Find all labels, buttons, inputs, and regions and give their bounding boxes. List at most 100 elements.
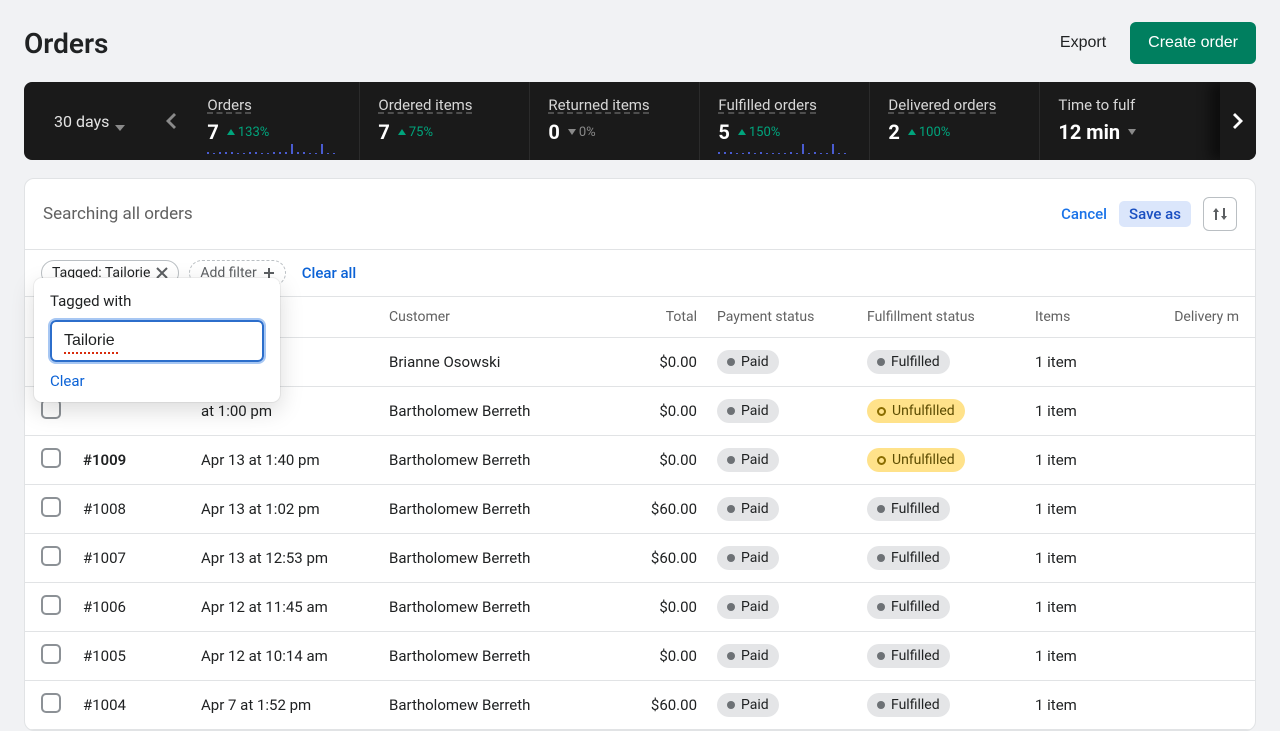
tag-filter-input[interactable] <box>50 320 264 362</box>
stat-value: 5 <box>718 120 729 144</box>
dot-icon <box>877 505 885 513</box>
order-date: Apr 13 at 12:53 pm <box>201 549 389 567</box>
clear-all-button[interactable]: Clear all <box>302 264 357 282</box>
order-items: 1 item <box>1035 647 1145 665</box>
order-id: #1007 <box>83 549 201 567</box>
stat-block[interactable]: Time to fulf 12 min <box>1039 82 1209 160</box>
table-row[interactable]: #1008 Apr 13 at 1:02 pm Bartholomew Berr… <box>25 485 1255 534</box>
table-row[interactable]: #1006 Apr 12 at 11:45 am Bartholomew Ber… <box>25 583 1255 632</box>
col-items: Items <box>1035 309 1145 325</box>
sort-button[interactable] <box>1203 197 1237 231</box>
stat-block[interactable]: Orders 7133% <box>189 82 359 160</box>
stat-label: Ordered items <box>378 96 511 114</box>
fulfillment-badge: Fulfilled <box>867 644 950 668</box>
table-row[interactable]: #1004 Apr 7 at 1:52 pm Bartholomew Berre… <box>25 681 1255 730</box>
dot-icon <box>727 456 735 464</box>
order-total: $60.00 <box>607 500 717 518</box>
stats-prev-button[interactable] <box>153 82 189 160</box>
fulfillment-badge: Unfulfilled <box>867 448 965 472</box>
dot-icon <box>727 505 735 513</box>
payment-badge: Paid <box>717 693 779 717</box>
cancel-button[interactable]: Cancel <box>1061 205 1107 223</box>
fulfillment-badge: Fulfilled <box>867 497 950 521</box>
stat-label: Returned items <box>548 96 681 114</box>
fulfillment-badge: Unfulfilled <box>867 399 965 423</box>
order-date: Apr 13 at 1:40 pm <box>201 451 389 469</box>
fulfillment-badge: Fulfilled <box>867 693 950 717</box>
page-title: Orders <box>24 27 108 60</box>
customer-name: Bartholomew Berreth <box>389 696 607 714</box>
stat-value: 7 <box>378 120 389 144</box>
period-label: 30 days <box>54 112 109 131</box>
order-items: 1 item <box>1035 549 1145 567</box>
save-as-button[interactable]: Save as <box>1119 201 1191 227</box>
row-checkbox[interactable] <box>41 448 61 468</box>
payment-badge: Paid <box>717 497 779 521</box>
trend-up-icon: 75% <box>398 125 433 140</box>
row-checkbox[interactable] <box>41 693 61 713</box>
caret-down-icon <box>115 116 125 126</box>
order-id: #1009 <box>83 451 201 469</box>
order-total: $0.00 <box>607 647 717 665</box>
row-checkbox[interactable] <box>41 644 61 664</box>
stat-block[interactable]: Returned items 00% <box>529 82 699 160</box>
order-date: Apr 12 at 10:14 am <box>201 647 389 665</box>
order-items: 1 item <box>1035 598 1145 616</box>
order-date: Apr 13 at 1:02 pm <box>201 500 389 518</box>
order-date: at 1:00 pm <box>201 402 389 420</box>
row-checkbox[interactable] <box>41 595 61 615</box>
order-total: $0.00 <box>607 451 717 469</box>
popover-clear-button[interactable]: Clear <box>50 372 85 390</box>
order-total: $0.00 <box>607 598 717 616</box>
stats-next-button[interactable] <box>1220 82 1256 160</box>
dot-icon <box>877 652 885 660</box>
col-delivery: Delivery m <box>1145 309 1239 325</box>
table-row[interactable]: #1007 Apr 13 at 12:53 pm Bartholomew Ber… <box>25 534 1255 583</box>
popover-label: Tagged with <box>50 292 264 310</box>
order-id: #1004 <box>83 696 201 714</box>
trend-up-icon: 133% <box>227 125 269 140</box>
order-items: 1 item <box>1035 696 1145 714</box>
order-items: 1 item <box>1035 353 1145 371</box>
trend-up-icon: 150% <box>738 125 780 140</box>
order-id: #1006 <box>83 598 201 616</box>
payment-badge: Paid <box>717 350 779 374</box>
caret-down-icon <box>1128 129 1136 135</box>
col-payment: Payment status <box>717 309 867 325</box>
sparkline <box>718 142 851 154</box>
stat-value: 0 <box>548 120 559 144</box>
stat-block[interactable]: Ordered items 7 75% <box>359 82 529 160</box>
ring-icon <box>877 407 886 416</box>
fulfillment-badge: Fulfilled <box>867 350 950 374</box>
row-checkbox[interactable] <box>41 497 61 517</box>
col-total: Total <box>607 309 717 325</box>
row-checkbox[interactable] <box>41 399 61 419</box>
stat-label: Orders <box>207 96 341 114</box>
stat-value: 12 min <box>1058 120 1120 144</box>
stat-block[interactable]: Fulfilled orders 5 150% <box>699 82 869 160</box>
dot-icon <box>727 603 735 611</box>
trend-up-icon: 100% <box>908 125 950 140</box>
table-row[interactable]: #1009 Apr 13 at 1:40 pm Bartholomew Berr… <box>25 436 1255 485</box>
customer-name: Bartholomew Berreth <box>389 549 607 567</box>
customer-name: Brianne Osowski <box>389 353 607 371</box>
payment-badge: Paid <box>717 399 779 423</box>
payment-badge: Paid <box>717 448 779 472</box>
dot-icon <box>727 652 735 660</box>
period-selector[interactable]: 30 days <box>24 82 153 160</box>
customer-name: Bartholomew Berreth <box>389 451 607 469</box>
order-items: 1 item <box>1035 402 1145 420</box>
export-button[interactable]: Export <box>1052 24 1114 62</box>
row-checkbox[interactable] <box>41 546 61 566</box>
table-row[interactable]: #1005 Apr 12 at 10:14 am Bartholomew Ber… <box>25 632 1255 681</box>
customer-name: Bartholomew Berreth <box>389 598 607 616</box>
order-items: 1 item <box>1035 451 1145 469</box>
stats-bar: 30 days Orders 7133% Ordered items 7 75% Re… <box>24 82 1256 160</box>
stat-block[interactable]: Delivered orders 2100% <box>869 82 1039 160</box>
stat-label: Fulfilled orders <box>718 96 851 114</box>
order-id: #1008 <box>83 500 201 518</box>
fulfillment-badge: Fulfilled <box>867 595 950 619</box>
payment-badge: Paid <box>717 595 779 619</box>
customer-name: Bartholomew Berreth <box>389 402 607 420</box>
create-order-button[interactable]: Create order <box>1130 22 1256 64</box>
